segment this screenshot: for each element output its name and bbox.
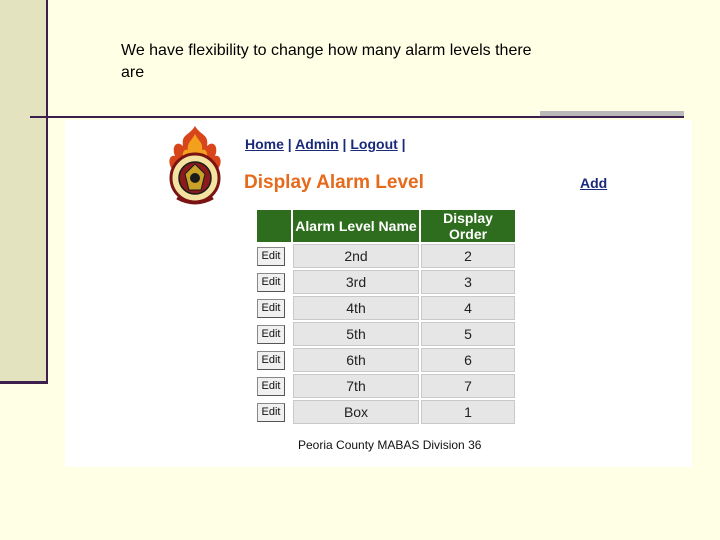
display-order-cell: 5 (421, 322, 515, 346)
alarm-level-name-cell: 5th (293, 322, 419, 346)
edit-button[interactable]: Edit (257, 273, 285, 292)
table-row: Edit 3rd 3 (257, 270, 515, 294)
edit-button[interactable]: Edit (257, 247, 285, 266)
alarm-level-name-cell: 3rd (293, 270, 419, 294)
display-order-cell: 7 (421, 374, 515, 398)
display-order-cell: 2 (421, 244, 515, 268)
slide-caption: We have flexibility to change how many a… (121, 42, 532, 81)
fire-department-emblem-icon (163, 124, 227, 210)
nav-home-link[interactable]: Home (245, 136, 284, 152)
edit-button[interactable]: Edit (257, 299, 285, 318)
slide-left-bar (0, 0, 46, 383)
table-row: Edit 4th 4 (257, 296, 515, 320)
alarm-level-table: Alarm Level Name Display Order Edit 2nd … (255, 208, 517, 426)
alarm-level-name-cell: 6th (293, 348, 419, 372)
edit-button[interactable]: Edit (257, 403, 285, 422)
footer-organization: Peoria County MABAS Division 36 (298, 438, 482, 452)
table-row: Edit 7th 7 (257, 374, 515, 398)
nav-separator: | (283, 136, 296, 152)
edit-button[interactable]: Edit (257, 325, 285, 344)
display-order-cell: 4 (421, 296, 515, 320)
display-order-cell: 3 (421, 270, 515, 294)
display-order-cell: 6 (421, 348, 515, 372)
add-alarm-level-link[interactable]: Add (580, 175, 607, 191)
app-screenshot: Home | Admin | Logout | Display Alarm Le… (65, 120, 692, 467)
edit-button[interactable]: Edit (257, 377, 285, 396)
slide-rule (30, 116, 684, 118)
alarm-level-name-cell: 7th (293, 374, 419, 398)
edit-button[interactable]: Edit (257, 351, 285, 370)
table-row: Edit Box 1 (257, 400, 515, 424)
nav-admin-link[interactable]: Admin (295, 136, 339, 152)
column-header-actions (257, 210, 291, 242)
nav-separator: | (338, 136, 351, 152)
alarm-level-name-cell: 2nd (293, 244, 419, 268)
alarm-level-name-cell: Box (293, 400, 419, 424)
page-title: Display Alarm Level (244, 172, 424, 193)
column-header-alarm-level-name: Alarm Level Name (293, 210, 419, 242)
table-header-row: Alarm Level Name Display Order (257, 210, 515, 242)
top-nav: Home | Admin | Logout | (245, 136, 406, 152)
nav-separator: | (397, 136, 406, 152)
table-row: Edit 5th 5 (257, 322, 515, 346)
alarm-level-name-cell: 4th (293, 296, 419, 320)
slide-left-bar-rule (0, 381, 48, 384)
nav-logout-link[interactable]: Logout (350, 136, 397, 152)
slide-left-bar-edge (46, 0, 48, 384)
table-row: Edit 2nd 2 (257, 244, 515, 268)
table-row: Edit 6th 6 (257, 348, 515, 372)
display-order-cell: 1 (421, 400, 515, 424)
column-header-display-order: Display Order (421, 210, 515, 242)
